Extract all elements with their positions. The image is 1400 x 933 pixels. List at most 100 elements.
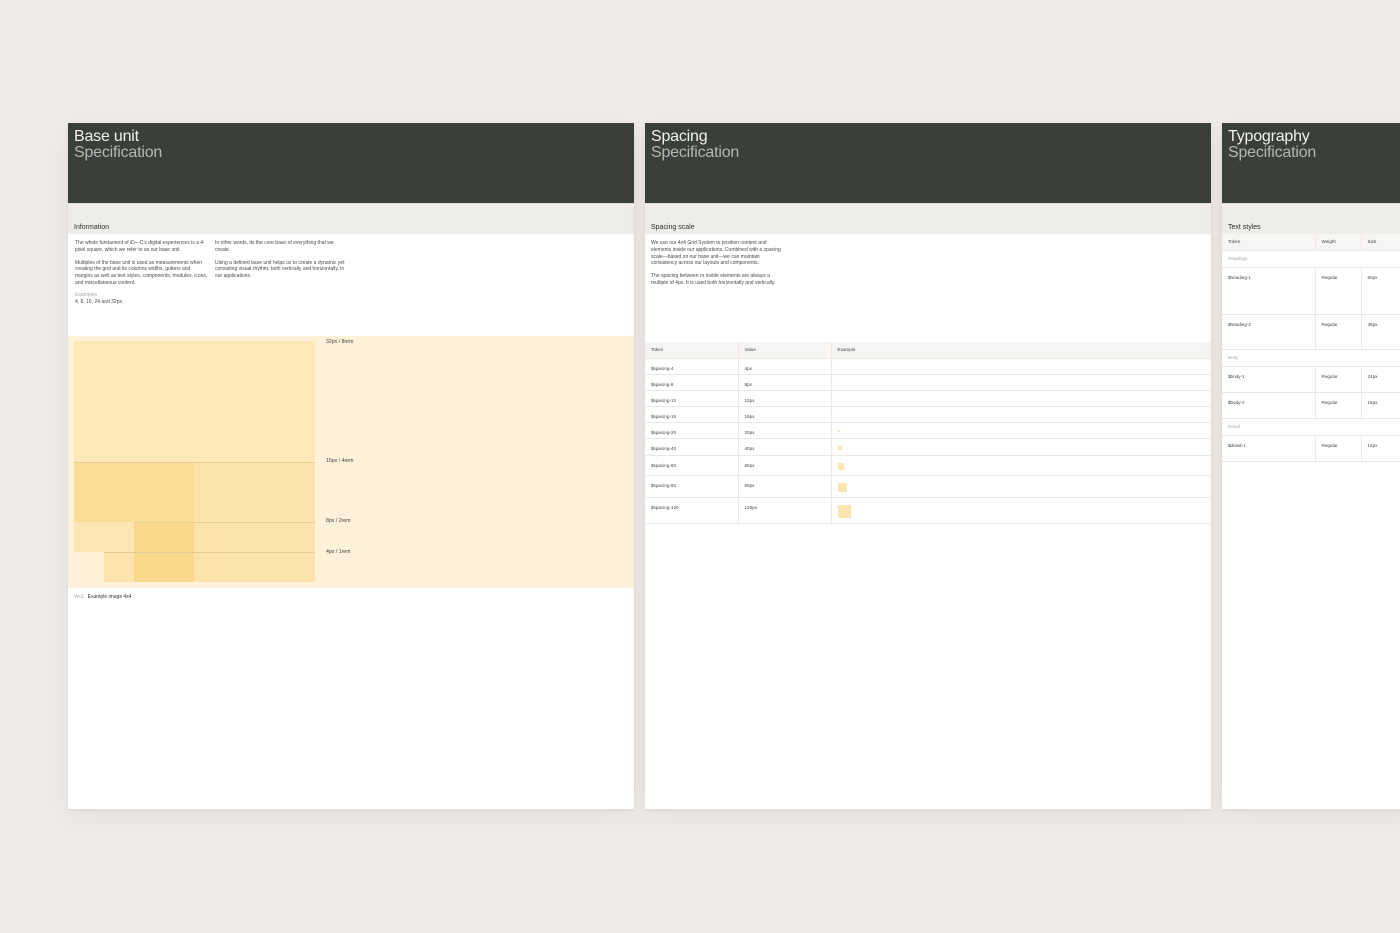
size-cell: 60px [1361,267,1400,315]
token-cell: $spacing-16 [645,406,739,423]
page-subtitle: Specification [1228,144,1317,161]
spacing-swatch [837,445,843,451]
info-column-2: In other words, its the core base of eve… [215,240,349,280]
example-cell [831,390,1211,407]
token-cell: $heading-1 [1222,267,1316,315]
example-cell [831,438,1211,457]
table-row: $body-1 Regular 24px [1222,366,1400,393]
description-paragraph: The spacing between or inside elements a… [651,273,776,286]
base-unit-illustration: 32px / 8rem 16px / 4rem 8px / 2rem 4px /… [68,336,634,588]
value-cell: 8px [738,374,832,391]
token-cell: $spacing-40 [645,438,739,457]
typography-page: Typography Specification Text styles Tok… [1222,123,1400,809]
token-cell: $spacing-120 [645,497,739,525]
text-styles-table: Token Weight Size Headings $heading-1 Re… [1222,234,1400,462]
table-row: $heading-1 Regular 60px [1222,267,1400,315]
spacing-swatch [837,397,839,399]
examples-label: Examples [75,291,97,298]
value-cell: 16px [738,406,832,423]
figure-caption: Vis1 Example image 4x4 [68,588,634,606]
weight-cell: Regular [1315,392,1362,419]
info-paragraph: The whole fundament of iD—C’s digital ex… [75,240,205,253]
table-row: $spacing-4 4px [645,358,1211,375]
section-title: Spacing scale [651,224,695,231]
weight-cell: Regular [1315,267,1362,315]
weight-cell: Regular [1315,366,1362,393]
table-header-row: Token Weight Size [1222,234,1400,251]
table-row: $body-2 Regular 16px [1222,392,1400,419]
information-block: The whole fundament of iD—C’s digital ex… [68,234,634,336]
example-cell [831,475,1211,498]
scale-label-32: 32px / 8rem [326,339,354,345]
page-subtitle: Specification [651,144,740,161]
page-header: Base unit Specification [68,123,634,203]
example-cell [831,406,1211,423]
scale-line [74,462,315,463]
group-label-detail: Detail [1222,418,1400,436]
table-row: $heading-2 Regular 36px [1222,314,1400,350]
spacing-description: We use our 4x4 Grid System to position c… [645,234,1211,342]
column-header-weight: Weight [1315,234,1362,251]
token-cell: $spacing-80 [645,475,739,498]
spacing-swatch [837,429,840,432]
group-row: Body [1222,349,1400,367]
column-header-token: Token [1222,234,1316,251]
group-row: Headings [1222,250,1400,268]
info-paragraph: Multiples of the base unit is used as me… [75,259,208,286]
spacing-swatch [837,504,852,519]
scale-label-16: 16px / 4rem [326,458,354,464]
table-row: $spacing-80 80px [645,475,1211,498]
info-paragraph: Using a defined base unit helps us to cr… [215,259,345,280]
token-cell: $spacing-12 [645,390,739,407]
table-row: $spacing-20 20px [645,422,1211,439]
table-header-row: Token Value Example [645,342,1211,359]
size-cell: 24px [1361,366,1400,393]
caption-figure-number: Vis1 [74,594,84,600]
column-header-size: Size [1361,234,1400,251]
token-cell: $detail-1 [1222,435,1316,462]
description-column: We use our 4x4 Grid System to position c… [651,240,781,287]
value-cell: 40px [738,438,832,457]
token-cell: $body-1 [1222,366,1316,393]
spacing-table-body: $spacing-4 4px $spacing-8 8px $spacing-12 12p… [645,358,1211,525]
page-subtitle: Specification [74,144,163,161]
group-label-body: Body [1222,349,1400,367]
value-cell: 4px [738,358,832,375]
value-cell: 60px [738,455,832,476]
example-cell [831,422,1211,439]
scale-line [134,522,315,523]
value-cell: 80px [738,475,832,498]
weight-cell: Regular [1315,435,1362,462]
section-bar: Information [68,203,634,234]
section-bar: Text styles [1222,203,1400,234]
token-cell: $spacing-60 [645,455,739,476]
token-cell: $body-2 [1222,392,1316,419]
group-row: Detail [1222,418,1400,436]
example-cell [831,455,1211,476]
scale-label-8: 8px / 2rem [326,518,351,524]
spacing-swatch [837,463,845,470]
table-row: $spacing-40 40px [645,438,1211,457]
base-unit-page: Base unit Specification Information The … [68,123,634,809]
column-header-token: Token [645,342,739,359]
description-paragraph: We use our 4x4 Grid System to position c… [651,240,781,267]
spacing-swatch [837,381,839,383]
size-cell: 12px [1361,435,1400,462]
page-title: Typography [1228,128,1310,145]
spacing-page: Spacing Specification Spacing scale We u… [645,123,1211,809]
square-4px [74,552,104,582]
size-cell: 36px [1361,314,1400,350]
section-title: Text styles [1228,224,1261,231]
table-row: $spacing-60 60px [645,455,1211,476]
spacing-table: Token Value Example $spacing-4 4px $spacin… [645,342,1211,525]
scale-label-4: 4px / 1rem [326,549,351,555]
page-title: Base unit [74,128,139,145]
caption-text: Example image 4x4 [87,594,132,600]
section-title: Information [74,224,110,231]
column-header-example: Example [831,342,1211,359]
example-cell [831,374,1211,391]
value-cell: 120px [738,497,832,525]
size-cell: 16px [1361,392,1400,419]
info-paragraph: In other words, its the core base of eve… [215,240,334,253]
examples-value: 4, 8, 16, 24 and 32px. [75,298,124,305]
